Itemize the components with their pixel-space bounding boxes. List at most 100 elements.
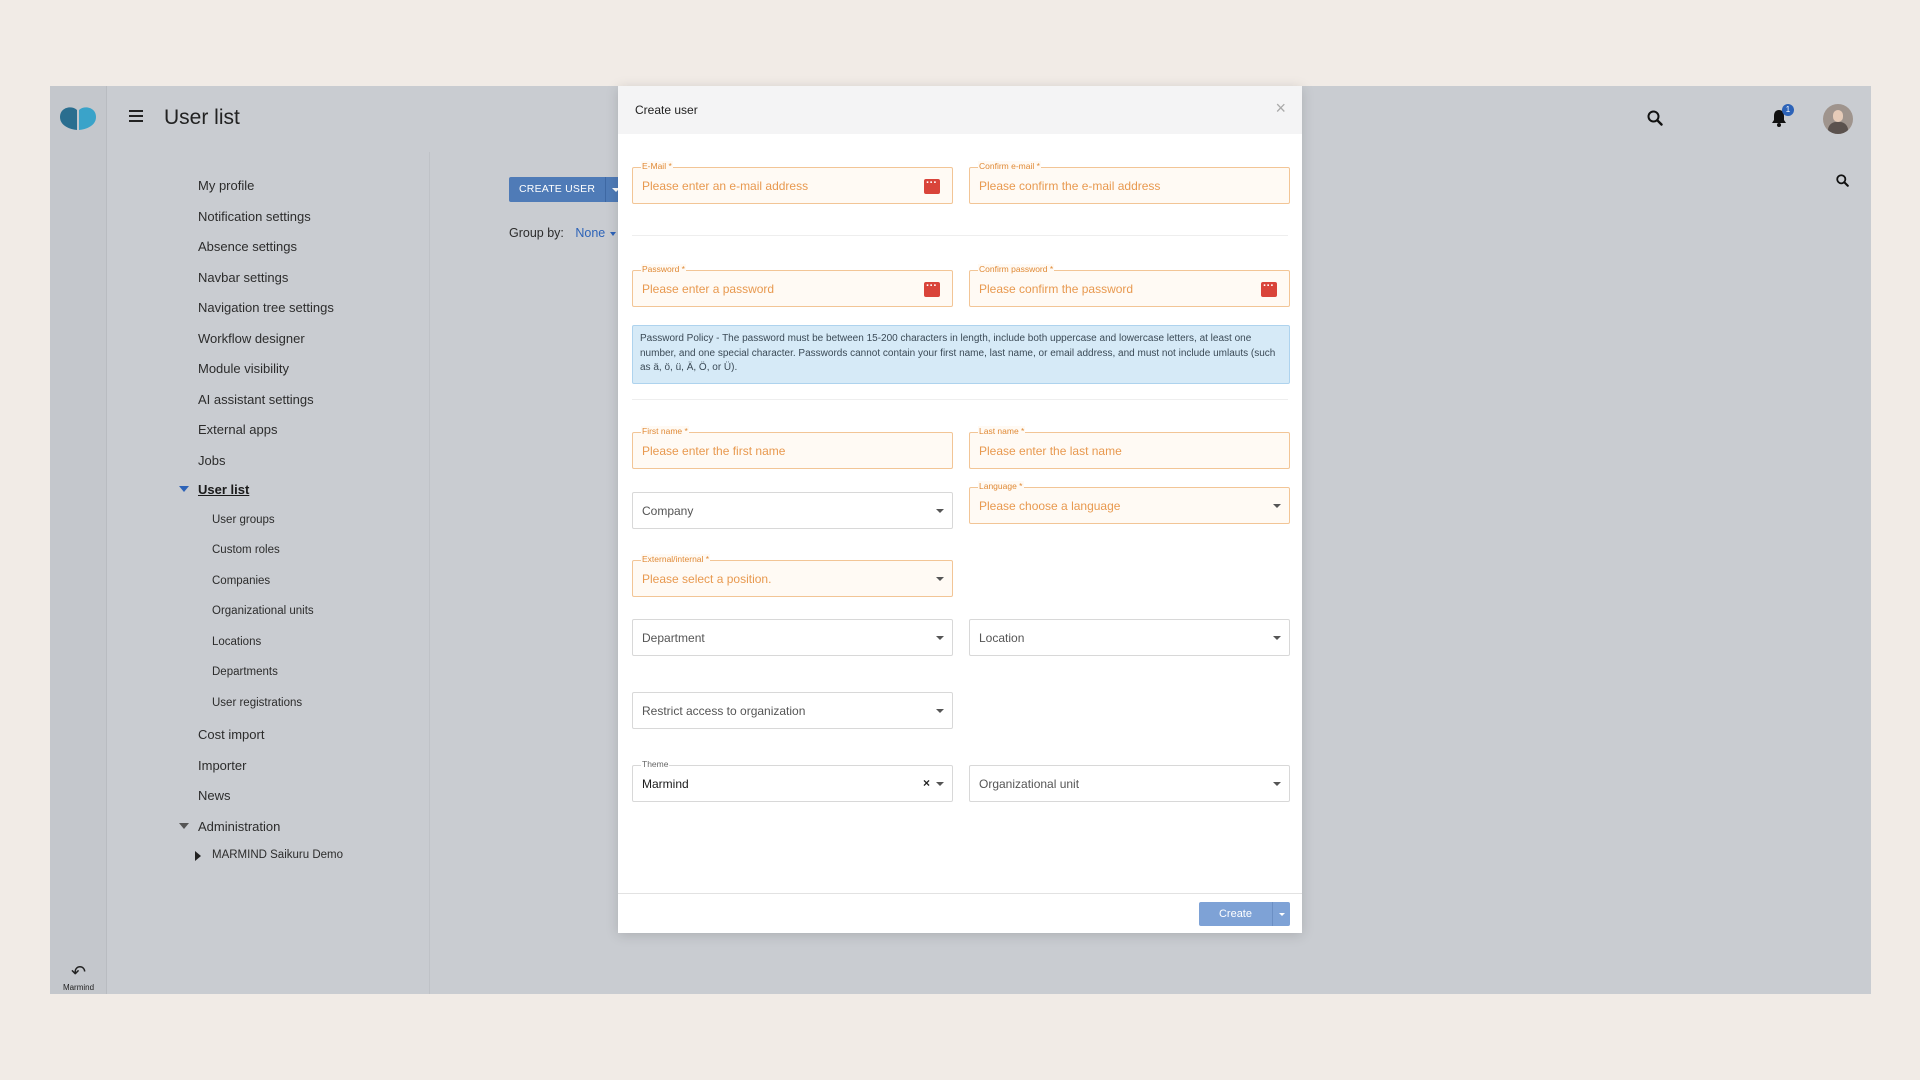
password-label: Password * — [641, 264, 686, 274]
sidebar-item-label: User list — [198, 482, 250, 497]
sidebar-item-navigation-tree-settings[interactable]: Navigation tree settings — [198, 300, 334, 315]
first-name-label: First name * — [641, 426, 689, 436]
back-button[interactable]: ↶ Marmind — [50, 963, 107, 994]
expanded-caret-icon[interactable] — [179, 823, 189, 829]
chevron-down-icon — [936, 509, 944, 513]
first-name-field[interactable]: First name * Please enter the first name — [632, 426, 953, 469]
email-field[interactable]: E-Mail * Please enter an e-mail address — [632, 161, 953, 204]
restrict-access-placeholder: Restrict access to organization — [642, 704, 806, 718]
sidebar-item-navbar-settings[interactable]: Navbar settings — [198, 270, 288, 285]
password-manager-icon[interactable] — [1261, 280, 1277, 297]
sidebar-item-user-list[interactable]: User list — [179, 482, 250, 497]
department-placeholder: Department — [642, 631, 705, 645]
company-placeholder: Company — [642, 504, 694, 518]
notifications-button[interactable]: 1 — [1771, 104, 1794, 132]
password-placeholder: Please enter a password — [642, 282, 775, 296]
clear-icon[interactable]: × — [923, 776, 930, 790]
create-dropdown-toggle[interactable] — [1272, 902, 1290, 926]
divider — [632, 235, 1288, 236]
group-by-control: Group by: None — [509, 226, 616, 240]
location-select[interactable]: Location — [969, 619, 1290, 656]
first-name-placeholder: Please enter the first name — [642, 444, 786, 458]
close-icon[interactable]: × — [1275, 99, 1286, 117]
sidebar-item-marmind-saikuru-demo[interactable]: MARMIND Saikuru Demo — [195, 849, 343, 861]
department-select[interactable]: Department — [632, 619, 953, 656]
sidebar-item-news[interactable]: News — [198, 788, 231, 803]
organizational-unit-placeholder: Organizational unit — [979, 777, 1080, 791]
restrict-access-select[interactable]: Restrict access to organization — [632, 692, 953, 729]
create-user-button[interactable]: CREATE USER — [509, 177, 606, 202]
language-select[interactable]: Language * Please choose a language — [969, 481, 1290, 524]
confirm-password-placeholder: Please confirm the password — [979, 282, 1134, 296]
sidebar-item-ai-assistant-settings[interactable]: AI assistant settings — [198, 392, 314, 407]
hamburger-menu-icon[interactable] — [129, 110, 143, 122]
dialog-body: E-Mail * Please enter an e-mail address … — [618, 134, 1302, 889]
sidebar-item-cost-import[interactable]: Cost import — [198, 727, 264, 742]
theme-label: Theme — [641, 759, 670, 769]
position-label: External/internal * — [641, 554, 711, 564]
create-user-button-group: CREATE USER — [509, 177, 626, 202]
sidebar-item-locations[interactable]: Locations — [212, 636, 261, 648]
page-title: User list — [164, 106, 240, 129]
create-button-group: Create — [1198, 902, 1290, 926]
sidebar-item-notification-settings[interactable]: Notification settings — [198, 209, 311, 224]
dialog-footer: Create — [618, 893, 1302, 933]
back-label: Marmind — [62, 983, 95, 992]
theme-select[interactable]: Theme Marmind × — [632, 759, 953, 802]
dialog-title: Create user — [635, 103, 698, 117]
create-user-dialog: Create user × E-Mail * Please enter an e… — [618, 86, 1302, 933]
sidebar-item-label: Administration — [198, 819, 281, 834]
organizational-unit-select[interactable]: Organizational unit — [969, 765, 1290, 802]
undo-arrow-icon: ↶ — [70, 962, 87, 982]
chevron-down-icon — [936, 709, 944, 713]
sidebar-item-label: MARMIND Saikuru Demo — [212, 849, 343, 861]
password-field[interactable]: Password * Please enter a password — [632, 264, 953, 307]
collapsed-caret-icon[interactable] — [195, 851, 201, 861]
position-select[interactable]: External/internal * Please select a posi… — [632, 554, 953, 597]
sidebar-item-user-groups[interactable]: User groups — [212, 514, 275, 526]
password-manager-icon[interactable] — [924, 177, 940, 194]
language-label: Language * — [978, 481, 1024, 491]
group-by-label: Group by: — [509, 226, 564, 240]
sidebar-item-companies[interactable]: Companies — [212, 575, 270, 587]
dialog-header: Create user × — [618, 86, 1302, 134]
chevron-down-icon — [936, 577, 944, 581]
last-name-placeholder: Please enter the last name — [979, 444, 1122, 458]
left-rail: ↶ Marmind — [50, 86, 107, 994]
user-avatar[interactable] — [1823, 104, 1853, 134]
sidebar-item-external-apps[interactable]: External apps — [198, 422, 278, 437]
sidebar-item-my-profile[interactable]: My profile — [198, 178, 254, 193]
sidebar-item-administration[interactable]: Administration — [179, 819, 281, 834]
sidebar-item-module-visibility[interactable]: Module visibility — [198, 361, 289, 376]
group-by-select[interactable]: None — [575, 226, 616, 240]
sidebar-item-organizational-units[interactable]: Organizational units — [212, 605, 314, 617]
language-placeholder: Please choose a language — [979, 499, 1121, 513]
divider — [632, 399, 1288, 400]
confirm-password-field[interactable]: Confirm password * Please confirm the pa… — [969, 264, 1290, 307]
logo-icon[interactable] — [58, 106, 98, 132]
sidebar-item-importer[interactable]: Importer — [198, 758, 246, 773]
sidebar-item-custom-roles[interactable]: Custom roles — [212, 544, 280, 556]
confirm-email-placeholder: Please confirm the e-mail address — [979, 179, 1161, 193]
sidebar-item-departments[interactable]: Departments — [212, 666, 278, 678]
sidebar-item-workflow-designer[interactable]: Workflow designer — [198, 331, 305, 346]
confirm-email-field[interactable]: Confirm e-mail * Please confirm the e-ma… — [969, 161, 1290, 204]
sidebar-item-absence-settings[interactable]: Absence settings — [198, 239, 297, 254]
confirm-password-label: Confirm password * — [978, 264, 1055, 274]
company-select[interactable]: Company — [632, 492, 953, 529]
sidebar-item-user-registrations[interactable]: User registrations — [212, 697, 302, 709]
chevron-down-icon — [1273, 782, 1281, 786]
sidebar-item-jobs[interactable]: Jobs — [198, 453, 225, 468]
search-icon[interactable] — [1836, 174, 1849, 187]
search-icon[interactable] — [1647, 110, 1663, 126]
chevron-down-icon — [936, 782, 944, 786]
create-button[interactable]: Create — [1198, 902, 1272, 926]
last-name-field[interactable]: Last name * Please enter the last name — [969, 426, 1290, 469]
position-placeholder: Please select a position. — [642, 572, 772, 586]
notification-count-badge: 1 — [1782, 104, 1794, 116]
password-policy-notice: Password Policy - The password must be b… — [632, 325, 1290, 384]
password-manager-icon[interactable] — [924, 280, 940, 297]
chevron-down-icon — [1273, 504, 1281, 508]
theme-value: Marmind — [642, 777, 689, 791]
expanded-caret-icon[interactable] — [179, 486, 189, 492]
